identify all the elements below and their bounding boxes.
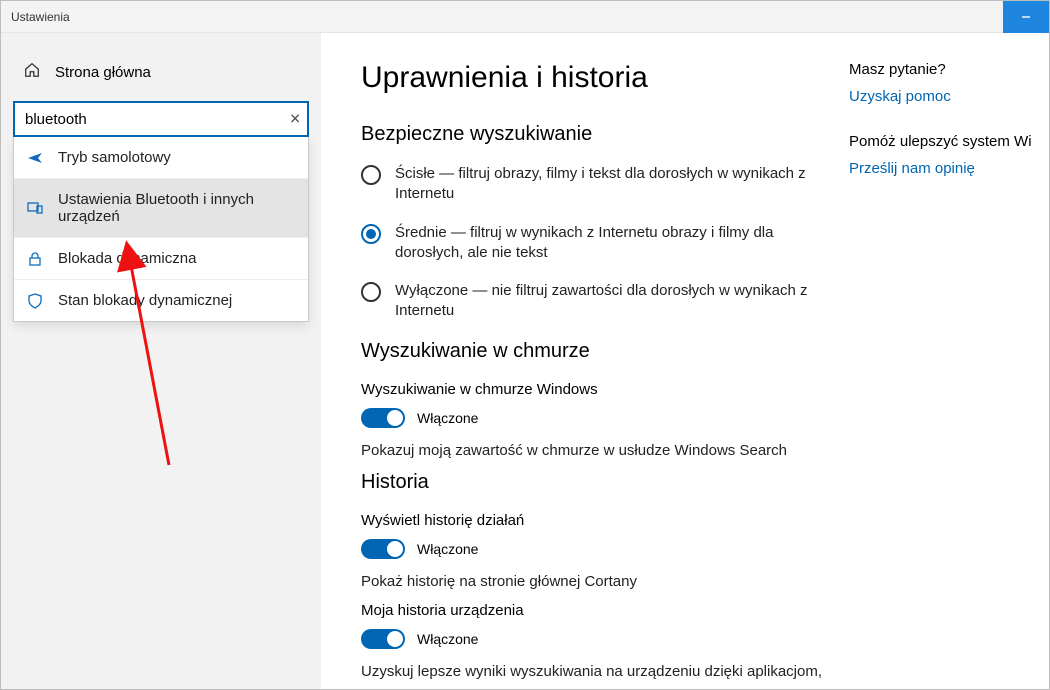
history-desc2: Uzyskuj lepsze wyniki wyszukiwania na ur… <box>361 663 829 680</box>
search-wrap: ✕ <box>13 101 309 137</box>
feedback-link[interactable]: Prześlij nam opinię <box>849 160 1043 177</box>
suggestion-dynamic-lock[interactable]: Blokada dynamiczna <box>14 237 308 279</box>
suggestion-label: Ustawienia Bluetooth i innych urządzeń <box>58 191 296 225</box>
safesearch-heading: Bezpieczne wyszukiwanie <box>361 123 829 146</box>
minimize-button[interactable] <box>1003 1 1049 33</box>
sidebar: Strona główna ✕ Tryb samolotowy Usta <box>1 33 321 689</box>
radio-label: Ścisłe — filtruj obrazy, filmy i tekst d… <box>395 164 829 205</box>
cloud-subhead: Wyszukiwanie w chmurze Windows <box>361 381 829 398</box>
suggestion-airplane-mode[interactable]: Tryb samolotowy <box>14 137 308 178</box>
cloud-heading: Wyszukiwanie w chmurze <box>361 340 829 363</box>
suggestion-bluetooth-settings[interactable]: Ustawienia Bluetooth i innych urządzeń <box>14 178 308 237</box>
help-heading: Masz pytanie? <box>849 61 1043 78</box>
page-title: Uprawnienia i historia <box>361 61 829 95</box>
lock-icon <box>26 251 44 267</box>
history-heading: Historia <box>361 471 829 494</box>
cloud-desc: Pokazuj moją zawartość w chmurze w usłud… <box>361 442 829 459</box>
safesearch-off[interactable]: Wyłączone — nie filtruj zawartości dla d… <box>361 281 829 322</box>
radio-label: Średnie — filtruj w wynikach z Internetu… <box>395 223 829 264</box>
content: Uprawnienia i historia Bezpieczne wyszuk… <box>321 33 1049 689</box>
history-toggle-1[interactable] <box>361 539 405 559</box>
titlebar: Ustawienia <box>1 1 1049 33</box>
feedback-heading: Pomóż ulepszyć system Wi <box>849 133 1043 150</box>
toggle-label: Włączone <box>417 541 478 557</box>
cloud-toggle[interactable] <box>361 408 405 428</box>
toggle-label: Włączone <box>417 410 478 426</box>
shield-icon <box>26 293 44 309</box>
window-title: Ustawienia <box>1 10 70 24</box>
suggestion-label: Tryb samolotowy <box>58 149 171 166</box>
history-desc1: Pokaż historię na stronie głównej Cortan… <box>361 573 829 590</box>
suggestion-dynamic-lock-status[interactable]: Stan blokady dynamicznej <box>14 279 308 321</box>
history-sub1: Wyświetl historię działań <box>361 512 829 529</box>
toggle-label: Włączone <box>417 631 478 647</box>
history-sub2: Moja historia urządzenia <box>361 602 829 619</box>
airplane-icon <box>26 150 44 166</box>
suggestion-label: Stan blokady dynamicznej <box>58 292 232 309</box>
home-icon <box>23 61 41 83</box>
search-input[interactable] <box>13 101 309 137</box>
safesearch-strict[interactable]: Ścisłe — filtruj obrazy, filmy i tekst d… <box>361 164 829 205</box>
help-link[interactable]: Uzyskaj pomoc <box>849 88 1043 105</box>
radio-icon <box>361 165 381 185</box>
suggestion-label: Blokada dynamiczna <box>58 250 196 267</box>
history-toggle-2[interactable] <box>361 629 405 649</box>
home-label: Strona główna <box>55 64 151 81</box>
aside-panel: Masz pytanie? Uzyskaj pomoc Pomóż ulepsz… <box>849 61 1049 689</box>
radio-icon <box>361 282 381 302</box>
radio-icon <box>361 224 381 244</box>
settings-window: Ustawienia Strona główna ✕ <box>0 0 1050 690</box>
clear-search-icon[interactable]: ✕ <box>289 111 301 128</box>
search-suggestions: Tryb samolotowy Ustawienia Bluetooth i i… <box>13 137 309 322</box>
devices-icon <box>26 200 44 216</box>
safesearch-moderate[interactable]: Średnie — filtruj w wynikach z Internetu… <box>361 223 829 264</box>
radio-label: Wyłączone — nie filtruj zawartości dla d… <box>395 281 829 322</box>
home-link[interactable]: Strona główna <box>1 53 321 101</box>
main-panel: Uprawnienia i historia Bezpieczne wyszuk… <box>361 61 849 689</box>
